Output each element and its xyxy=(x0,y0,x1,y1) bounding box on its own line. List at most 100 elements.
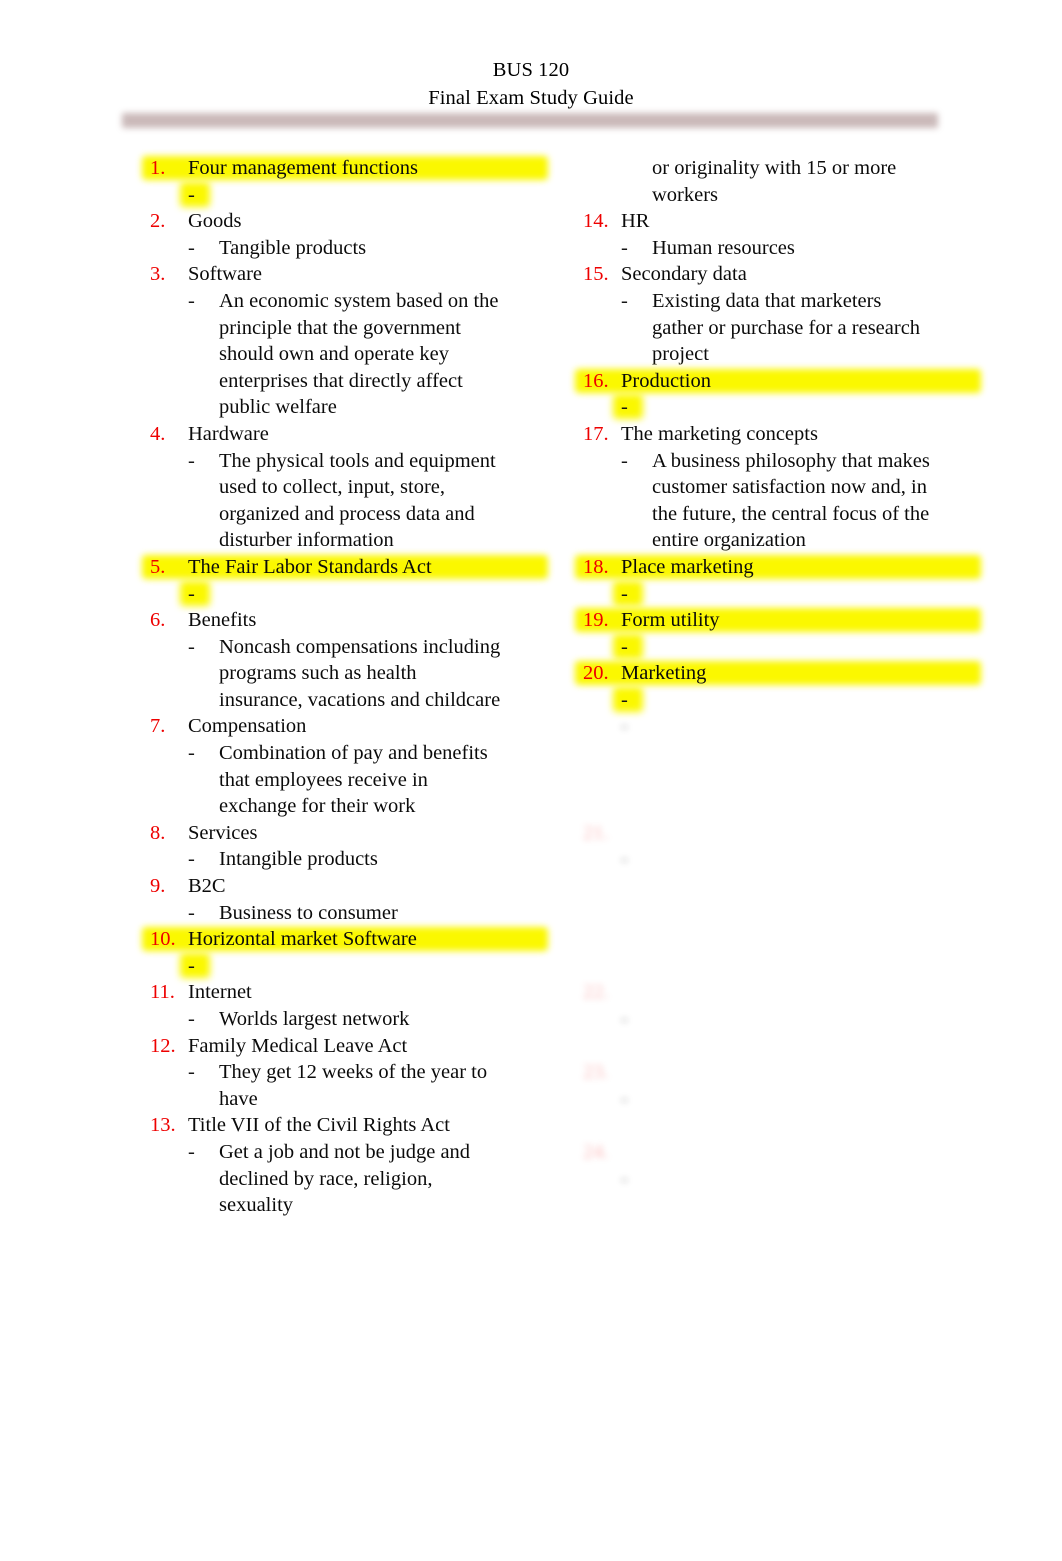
bullet-dash-icon: - xyxy=(188,289,195,312)
list-item-term: Form utility xyxy=(621,609,720,632)
list-item: 6. Benefits xyxy=(150,607,550,634)
list-item-number: 2. xyxy=(150,210,166,233)
list-item-term xyxy=(621,1059,765,1086)
definition-text: Tangible products xyxy=(219,236,367,259)
list-item-number: 24. xyxy=(583,1140,609,1163)
list-item: 13. Title VII of the Civil Rights Act xyxy=(150,1112,550,1139)
bullet-dash-icon: - xyxy=(188,635,195,658)
definition-text xyxy=(652,713,937,819)
bullet-dash-icon: - xyxy=(188,901,195,924)
list-item: 10. Horizontal market Software xyxy=(150,926,550,953)
definition-text xyxy=(652,1086,937,1139)
list-item-term: Compensation xyxy=(188,715,307,738)
list-item-term: Four management functions xyxy=(188,157,419,179)
bullet-dash-icon: - xyxy=(621,289,628,312)
list-item: 19. Form utility xyxy=(583,607,983,634)
list-item: 7. Compensation xyxy=(150,713,550,740)
list-item-definition: - A business philosophy that makes custom… xyxy=(583,448,983,554)
list-item: 14. HR xyxy=(583,208,983,235)
list-item-term: Production xyxy=(621,369,711,392)
list-item-definition: - Tangible products xyxy=(150,235,550,262)
bullet-dash-icon: - xyxy=(188,954,195,977)
list-item-number: 20. xyxy=(583,662,609,685)
list-item: 23. xyxy=(583,1059,983,1086)
bullet-dash-icon: - xyxy=(621,635,628,658)
definition-text: A business philosophy that makes custome… xyxy=(652,449,930,552)
bullet-dash-icon: - xyxy=(188,183,195,206)
list-item-number: 22. xyxy=(583,981,609,1004)
list-item-number: 11. xyxy=(150,981,175,1004)
list-item: 21. xyxy=(583,820,983,847)
list-item-number: 14. xyxy=(583,210,609,233)
list-item-term: The Fair Labor Standards Act xyxy=(188,555,432,578)
list-item: 5. The Fair Labor Standards Act xyxy=(150,554,550,581)
list-item-number: 15. xyxy=(583,263,609,286)
list-item-definition: - They get 12 weeks of the year to have xyxy=(150,1059,550,1112)
bullet-dash-icon: - xyxy=(621,1087,628,1110)
bullet-dash-icon: - xyxy=(188,1008,195,1030)
list-item-number: 12. xyxy=(150,1034,176,1057)
list-item-definition: - xyxy=(583,581,983,608)
list-item-term xyxy=(621,820,703,847)
bullet-dash-icon: - xyxy=(621,582,628,605)
list-item-definition: - xyxy=(583,713,983,819)
list-item-number: 16. xyxy=(583,369,609,392)
list-item: 15. Secondary data xyxy=(583,261,983,288)
document-header: BUS 120 Final Exam Study Guide xyxy=(0,56,1062,112)
list-item-term: B2C xyxy=(188,875,226,898)
list-item-number: 10. xyxy=(150,928,176,951)
list-item-term: Horizontal market Software xyxy=(188,928,417,951)
list-item-definition: - Human resources xyxy=(583,235,983,262)
list-item-definition: - Business to consumer xyxy=(150,900,550,927)
bullet-dash-icon: - xyxy=(621,688,628,711)
definition-text: They get 12 weeks of the year to have xyxy=(219,1061,488,1110)
bullet-dash-icon: - xyxy=(188,848,195,871)
bullet-dash-icon: - xyxy=(188,236,195,259)
list-item-definition: - xyxy=(583,687,983,714)
definition-text: Business to consumer xyxy=(219,901,398,924)
list-item-number: 21. xyxy=(583,821,609,844)
list-item-definition: - xyxy=(150,182,550,209)
list-item: 11. Internet xyxy=(150,979,550,1006)
list-item-definition: - xyxy=(583,394,983,421)
bullet-dash-icon: - xyxy=(188,449,195,472)
course-code: BUS 120 xyxy=(492,59,570,81)
list-item-definition: - Existing data that marketers gather or … xyxy=(583,288,983,368)
list-item-definition: - xyxy=(150,953,550,980)
list-item-term: Marketing xyxy=(621,662,707,685)
definition-text: An economic system based on the principl… xyxy=(219,289,499,419)
list-item-number: 19. xyxy=(583,609,609,632)
bullet-dash-icon: - xyxy=(621,848,628,871)
right-column: or originality with 15 or more workers 14… xyxy=(583,155,983,1272)
list-item-term: Benefits xyxy=(188,609,257,632)
definition-text: Worlds largest network xyxy=(219,1008,410,1030)
bullet-dash-icon: - xyxy=(621,715,628,738)
list-item-number: 6. xyxy=(150,609,166,632)
bullet-dash-icon: - xyxy=(621,1008,628,1030)
list-item-definition: - An economic system based on the princip… xyxy=(150,288,550,421)
list-item-term: Secondary data xyxy=(621,263,747,286)
list-item-number: 9. xyxy=(150,875,166,898)
list-item-number: 13. xyxy=(150,1114,176,1137)
list-item-term xyxy=(621,979,744,1006)
list-item: 1. Four management functions xyxy=(150,155,550,182)
list-item: 16. Production xyxy=(583,368,983,395)
bullet-dash-icon: - xyxy=(188,582,195,605)
list-item-term: Software xyxy=(188,263,263,286)
definition-text xyxy=(652,846,937,979)
continuation-text: or originality with 15 or more workers xyxy=(583,155,983,208)
page-title: Final Exam Study Guide xyxy=(428,87,634,109)
list-item-number: 23. xyxy=(583,1061,609,1084)
list-item-definition: - Intangible products xyxy=(150,846,550,873)
list-item-number: 17. xyxy=(583,422,609,445)
left-column: 1. Four management functions -2. Goods - Tang… xyxy=(150,155,550,1219)
list-item-definition: - Noncash compensations including program… xyxy=(150,634,550,714)
list-item: 20. Marketing xyxy=(583,660,983,687)
list-item-term: Internet xyxy=(188,981,252,1004)
definition-text: The physical tools and equipment used to… xyxy=(219,449,496,552)
list-item: 4. Hardware xyxy=(150,421,550,448)
list-item-number: 4. xyxy=(150,422,166,445)
list-item: 24. xyxy=(583,1139,983,1166)
list-item: 3. Software xyxy=(150,261,550,288)
list-item-term: Services xyxy=(188,821,258,844)
